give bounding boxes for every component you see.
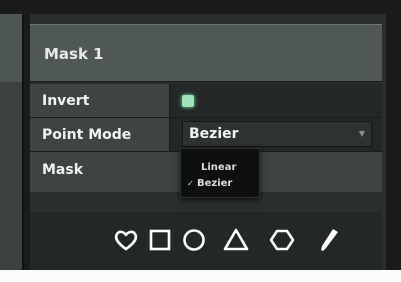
chevron-down-icon: ▼ bbox=[358, 129, 365, 138]
mask-title: Mask 1 bbox=[44, 45, 104, 63]
dropdown-option-label: Linear bbox=[201, 162, 237, 173]
left-panel-header bbox=[0, 14, 22, 82]
heart-icon bbox=[114, 230, 138, 251]
invert-label: Invert bbox=[42, 93, 90, 109]
point-mode-label-cell: Point Mode bbox=[30, 118, 170, 151]
invert-row: Invert bbox=[30, 84, 382, 118]
dropdown-option-linear[interactable]: Linear bbox=[201, 162, 236, 173]
hexagon-icon bbox=[269, 229, 295, 251]
hexagon-tool[interactable] bbox=[268, 226, 296, 254]
left-panel bbox=[0, 14, 24, 270]
triangle-icon bbox=[223, 228, 249, 251]
circle-icon bbox=[183, 229, 205, 251]
point-mode-current: Bezier bbox=[189, 126, 239, 142]
point-mode-value-cell: Bezier ▼ bbox=[170, 118, 382, 151]
invert-value-cell bbox=[170, 84, 382, 117]
square-icon bbox=[149, 229, 171, 251]
ellipse-tool[interactable] bbox=[180, 226, 208, 254]
mask-inspector: Mask 1 Invert Point Mode Bezier ▼ Mask bbox=[30, 14, 386, 270]
check-icon: ✓ bbox=[187, 179, 194, 188]
dropdown-option-label: Bezier bbox=[197, 178, 233, 189]
app-window: Mask 1 Invert Point Mode Bezier ▼ Mask L… bbox=[0, 0, 401, 270]
point-mode-select[interactable]: Bezier ▼ bbox=[182, 121, 372, 147]
point-mode-dropdown: Linear ✓ Bezier bbox=[180, 148, 260, 198]
mask-section-label: Mask bbox=[42, 162, 84, 178]
pencil-icon bbox=[321, 229, 338, 251]
heart-tool[interactable] bbox=[112, 226, 140, 254]
mask-header[interactable]: Mask 1 bbox=[30, 24, 382, 82]
dropdown-option-bezier[interactable]: ✓ Bezier bbox=[187, 178, 232, 189]
point-mode-row: Point Mode Bezier ▼ bbox=[30, 118, 382, 152]
pencil-tool[interactable] bbox=[314, 226, 342, 254]
triangle-tool[interactable] bbox=[222, 226, 250, 254]
invert-checkbox[interactable] bbox=[182, 95, 194, 107]
shape-toolbar bbox=[30, 212, 382, 270]
point-mode-label: Point Mode bbox=[42, 127, 132, 143]
rectangle-tool[interactable] bbox=[146, 226, 174, 254]
invert-label-cell: Invert bbox=[30, 84, 170, 117]
